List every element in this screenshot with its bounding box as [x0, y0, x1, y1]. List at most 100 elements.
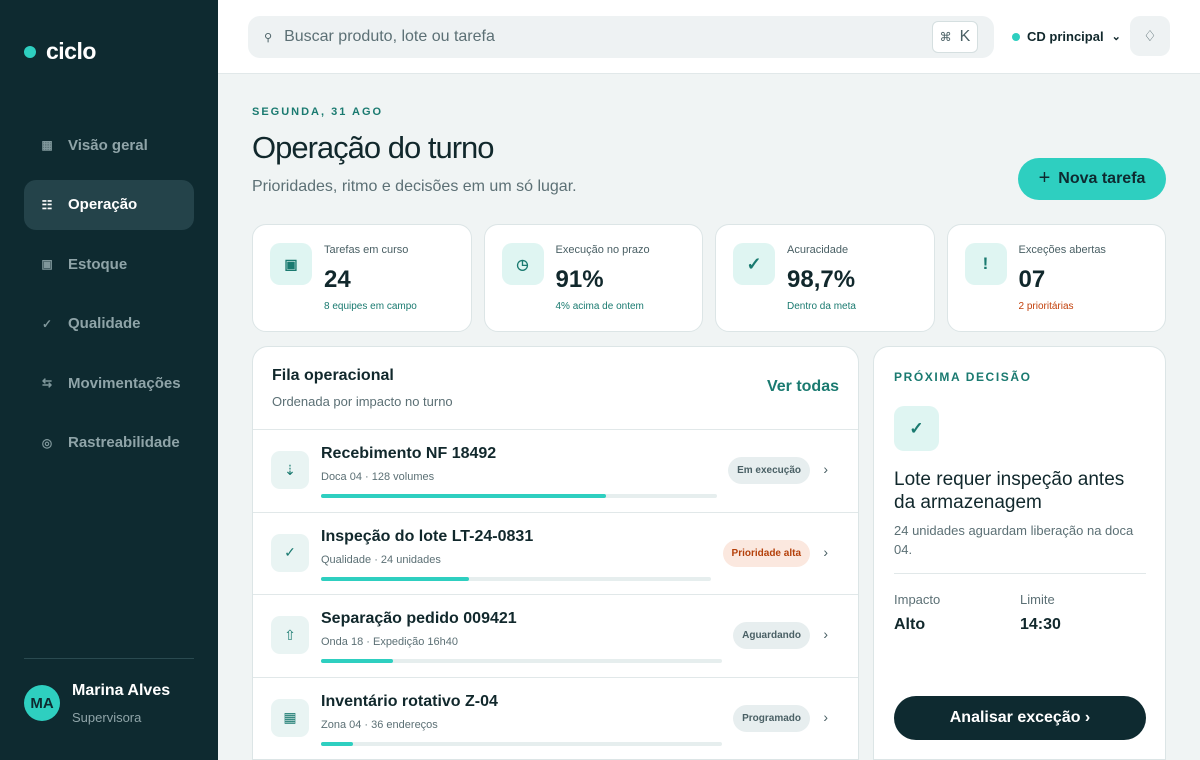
kpi-label: Exceções abertas	[1018, 244, 1106, 256]
site-label: CD principal	[1027, 29, 1104, 44]
row-title: Recebimento NF 18492	[321, 445, 497, 462]
search-icon: ⚲	[264, 31, 273, 44]
queue-row[interactable]: ⇣ Recebimento NF 18492 Doca 04 · 128 vol…	[253, 430, 858, 513]
sidebar-divider	[24, 658, 194, 659]
box-icon: ▣	[41, 257, 53, 271]
user-profile[interactable]: MA Marina Alves Supervisora	[24, 682, 170, 725]
sidebar-item-label: Visão geral	[68, 136, 148, 154]
sidebar-item-movimentacoes[interactable]: ⇆ Movimentações	[24, 358, 194, 408]
kpi-note: 4% acima de ontem	[555, 301, 644, 312]
queue-row[interactable]: ▦ Inventário rotativo Z-04 Zona 04 · 36 …	[253, 678, 858, 760]
check-icon: ✓	[733, 243, 775, 285]
chevron-down-icon: ⌄	[1111, 31, 1121, 43]
kpi-note: 2 prioritárias	[1018, 301, 1074, 312]
kpi-card-acuracidade[interactable]: ✓ Acuracidade 98,7% Dentro da meta	[715, 224, 935, 332]
progress-fill	[321, 659, 394, 663]
progress-bar	[321, 659, 722, 663]
shortcut-hint: ⌘ K	[932, 21, 978, 53]
view-all-link[interactable]: Ver todas	[767, 378, 839, 396]
search-input[interactable]	[284, 28, 994, 46]
grid-icon: ▦	[41, 138, 53, 152]
kpi-card-execucao[interactable]: ◷ Execução no prazo 91% 4% acima de onte…	[483, 224, 703, 332]
clock-icon: ◷	[501, 243, 544, 285]
queue-row[interactable]: ⇧ Separação pedido 009421 Onda 18 · Expe…	[253, 595, 858, 678]
queue-header: Fila operacional Ordenada por impacto no…	[253, 347, 858, 430]
arrow-up-icon: ⇧	[271, 616, 309, 654]
kpi-label: Execução no prazo	[555, 244, 650, 256]
kpi-value: 24	[324, 266, 351, 293]
sidebar-item-qualidade[interactable]: ✓ Qualidade	[24, 299, 194, 349]
shortcut-key: K	[959, 28, 971, 45]
progress-bar	[321, 741, 722, 746]
page-title: Operação do turno	[252, 130, 495, 165]
row-meta: Doca 04 · 128 volumes	[321, 471, 435, 483]
brand[interactable]: ciclo	[24, 38, 96, 65]
sidebar-item-estoque[interactable]: ▣ Estoque	[24, 239, 194, 289]
kpi-note: 8 equipes em campo	[324, 301, 417, 312]
sidebar-item-label: Qualidade	[68, 315, 141, 332]
kpi-card-excecoes[interactable]: ! Exceções abertas 07 2 prioritárias	[946, 224, 1166, 332]
row-meta: Zona 04 · 36 endereços	[321, 718, 438, 731]
sidebar-item-label: Operação	[68, 196, 138, 213]
search-bar[interactable]: ⚲ ⌘ K	[248, 16, 994, 58]
page-date: SEGUNDA, 31 AGO	[252, 106, 384, 118]
site-status-dot	[1012, 32, 1020, 41]
queue-subtitle: Ordenada por impacto no turno	[272, 394, 453, 409]
next-decision-card: PRÓXIMA DECISÃO ✓ Lote requer inspeção a…	[873, 346, 1166, 760]
sidebar-item-operacao[interactable]: ☷ Operação	[24, 179, 194, 230]
user-info: Marina Alves Supervisora	[72, 682, 170, 725]
user-role: Supervisora	[72, 710, 142, 725]
plus-icon: +	[1038, 166, 1051, 189]
kpi-value: 07	[1018, 266, 1046, 293]
diamond-icon: ♢	[1143, 28, 1157, 45]
progress-bar	[321, 576, 711, 581]
avatar: MA	[24, 685, 60, 721]
site-selector[interactable]: CD principal ⌄	[1012, 29, 1121, 44]
progress-bar	[321, 494, 717, 498]
queue-row[interactable]: ✓ Inspeção do lote LT-24-0831 Qualidade …	[253, 513, 858, 595]
status-badge: Em execução	[728, 457, 810, 484]
kpi-card-tarefas[interactable]: ▣ Tarefas em curso 24 8 equipes em campo	[252, 224, 472, 332]
kpi-cards: ▣ Tarefas em curso 24 8 equipes em campo…	[252, 224, 1166, 332]
diamond-button[interactable]: ♢	[1130, 16, 1170, 56]
operational-queue: Fila operacional Ordenada por impacto no…	[252, 346, 859, 760]
row-title: Separação pedido 009421	[321, 610, 517, 627]
status-badge: Aguardando	[733, 622, 810, 649]
sidebar-item-rastreabilidade[interactable]: ◎ Rastreabilidade	[24, 418, 194, 468]
check-icon: ✓	[894, 406, 939, 451]
target-icon: ◎	[41, 435, 53, 450]
limit-value: 14:30	[1020, 616, 1061, 633]
brand-logo-icon	[24, 45, 36, 58]
kpi-label: Tarefas em curso	[324, 244, 409, 256]
brand-name: ciclo	[46, 38, 96, 64]
grid-icon: ▦	[271, 698, 309, 737]
sidebar-item-label: Rastreabilidade	[68, 434, 180, 451]
row-title: Inspeção do lote LT-24-0831	[321, 527, 534, 545]
list-icon: ☷	[41, 197, 53, 212]
decision-description: 24 unidades aguardam liberação na doca 0…	[894, 523, 1134, 557]
row-meta: Onda 18 · Expedição 16h40	[321, 636, 458, 648]
new-task-label: Nova tarefa	[1058, 170, 1146, 187]
queue-title: Fila operacional	[272, 367, 394, 384]
chevron-right-icon: ›	[823, 626, 828, 642]
sidebar-item-label: Movimentações	[68, 374, 181, 392]
progress-fill	[321, 576, 470, 581]
limit-label: Limite	[1020, 592, 1055, 607]
sidebar-item-label: Estoque	[68, 255, 128, 273]
analyze-exception-button[interactable]: Analisar exceção ›	[894, 696, 1146, 740]
decision-title: Lote requer inspeção antes da armazenage…	[894, 469, 1125, 513]
row-title: Inventário rotativo Z-04	[321, 692, 498, 710]
impact-label: Impacto	[894, 592, 941, 607]
progress-fill	[321, 494, 607, 498]
row-meta: Qualidade · 24 unidades	[321, 553, 441, 566]
status-badge: Prioridade alta	[722, 539, 810, 567]
page-subtitle: Prioridades, ritmo e decisões em um só l…	[252, 178, 577, 195]
sidebar: ciclo ▦ Visão geral ☷ Operação ▣ Estoque…	[0, 0, 218, 760]
kpi-value: 98,7%	[787, 266, 856, 293]
arrow-down-icon: ⇣	[271, 451, 309, 489]
command-key-icon: ⌘	[939, 30, 952, 44]
new-task-button[interactable]: + Nova tarefa	[1018, 158, 1166, 200]
sidebar-item-visao-geral[interactable]: ▦ Visão geral	[24, 120, 194, 170]
check-icon: ✓	[271, 533, 309, 572]
sidebar-nav: ▦ Visão geral ☷ Operação ▣ Estoque ✓ Qua…	[24, 120, 194, 477]
